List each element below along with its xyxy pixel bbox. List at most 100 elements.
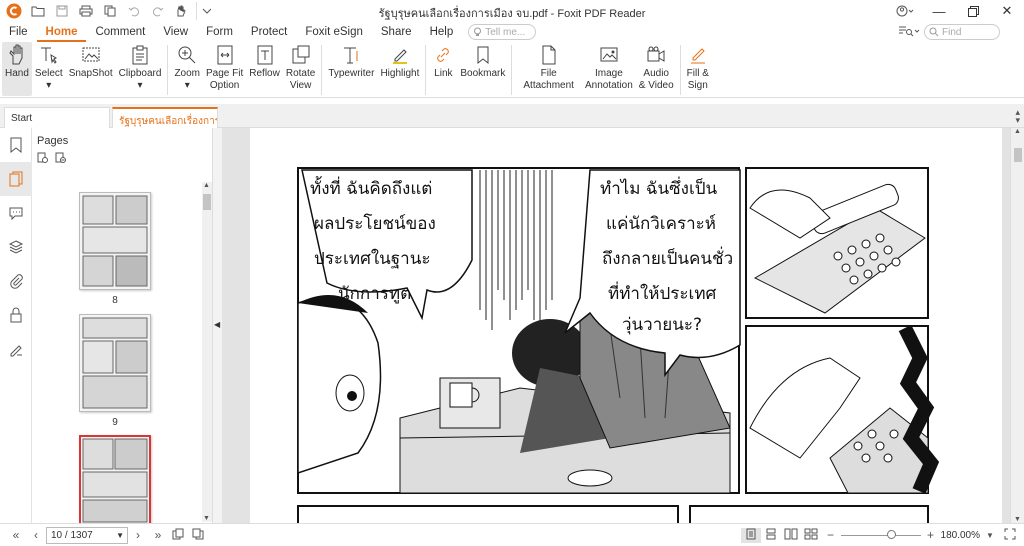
page-fit-option-button[interactable]: Page Fit Option bbox=[203, 42, 246, 96]
bubble-2-line-5: วุ่นวายนะ? bbox=[622, 315, 702, 335]
page-dropdown-icon[interactable]: ▼ bbox=[116, 531, 124, 540]
zoom-dropdown-icon[interactable]: ▼ bbox=[980, 531, 1000, 540]
maximize-button[interactable] bbox=[956, 0, 990, 22]
enlarge-thumbnails-icon[interactable] bbox=[37, 152, 49, 164]
zoom-in-button[interactable]: + bbox=[921, 528, 941, 542]
menu-protect[interactable]: Protect bbox=[242, 22, 296, 42]
print-icon[interactable] bbox=[76, 2, 96, 20]
tell-me-input[interactable]: Tell me... bbox=[468, 24, 537, 40]
link-button[interactable]: Link bbox=[429, 42, 457, 96]
rotate-view-button[interactable]: Rotate View bbox=[283, 42, 318, 96]
scroll-up-arrow[interactable]: ▲ bbox=[203, 182, 210, 189]
menu-help[interactable]: Help bbox=[421, 22, 463, 42]
foxit-logo-icon[interactable] bbox=[4, 2, 24, 20]
search-options[interactable] bbox=[898, 25, 920, 37]
ribbon-toolbar: Hand Select ▾ SnapShot Clipboard ▾ Zoom ▾ P… bbox=[0, 42, 1024, 98]
scroll-thumb[interactable] bbox=[1014, 148, 1022, 162]
comments-panel-icon[interactable] bbox=[0, 196, 32, 230]
continuous-view-icon[interactable] bbox=[761, 528, 781, 543]
attachments-panel-icon[interactable] bbox=[0, 264, 32, 298]
zoom-level[interactable]: 180.00% bbox=[941, 530, 980, 541]
close-button[interactable]: ✕ bbox=[990, 0, 1024, 22]
menu-home[interactable]: Home bbox=[36, 23, 87, 42]
continuous-facing-view-icon[interactable] bbox=[801, 528, 821, 543]
last-page-icon[interactable]: » bbox=[148, 528, 168, 542]
menu-file[interactable]: File bbox=[0, 22, 37, 42]
hand-tool-button[interactable]: Hand bbox=[2, 42, 32, 96]
previous-view-icon[interactable] bbox=[168, 528, 188, 543]
bookmarks-panel-icon[interactable] bbox=[0, 128, 32, 162]
find-input[interactable]: Find bbox=[924, 24, 1000, 40]
customize-dropdown-icon[interactable] bbox=[196, 2, 216, 20]
hand-dropdown-icon[interactable] bbox=[172, 2, 192, 20]
highlight-label: Highlight bbox=[380, 68, 420, 79]
image-annotation-icon bbox=[598, 44, 620, 66]
facing-view-icon[interactable] bbox=[781, 528, 801, 543]
menu-view[interactable]: View bbox=[154, 22, 197, 42]
scroll-thumb[interactable] bbox=[203, 194, 211, 210]
bookmark-label: Bookmark bbox=[460, 68, 506, 79]
collapse-panel-handle[interactable]: ◀ bbox=[212, 128, 222, 523]
tab-document[interactable]: รัฐบุรุษคนเลือกเรื่องการเมือ... bbox=[112, 107, 218, 128]
thumbnail-image bbox=[82, 317, 148, 409]
reflow-button[interactable]: Reflow bbox=[246, 42, 283, 96]
ribbon-separator bbox=[679, 45, 681, 95]
pages-panel-scrollbar[interactable]: ▲ ▼ bbox=[202, 182, 212, 522]
save-icon[interactable] bbox=[52, 2, 72, 20]
undo-icon[interactable] bbox=[124, 2, 144, 20]
security-panel-icon[interactable] bbox=[0, 298, 32, 332]
clipboard-button[interactable]: Clipboard ▾ bbox=[116, 42, 165, 96]
minimize-button[interactable]: — bbox=[922, 0, 956, 22]
document-view[interactable]: ทั้งที่ ฉันคิดถึงแต่ ผลประโยชน์ของ ประเท… bbox=[222, 128, 1010, 523]
zoom-icon bbox=[176, 44, 198, 66]
highlight-button[interactable]: Highlight bbox=[377, 42, 422, 96]
previous-page-icon[interactable]: ‹ bbox=[26, 528, 46, 542]
document-tabs: Start รัฐบุรุษคนเลือกเรื่องการเมือ... ▴▾ bbox=[0, 104, 1024, 128]
account-icon[interactable] bbox=[888, 0, 922, 22]
single-page-view-icon[interactable] bbox=[740, 527, 761, 543]
full-screen-icon[interactable] bbox=[1000, 528, 1020, 543]
zoom-slider-thumb[interactable] bbox=[886, 530, 896, 539]
menu-foxit-esign[interactable]: Foxit eSign bbox=[296, 22, 372, 42]
copy-icon[interactable] bbox=[100, 2, 120, 20]
thumbnail-image bbox=[82, 438, 148, 523]
scroll-up-arrow[interactable]: ▲ bbox=[1014, 128, 1021, 135]
snapshot-icon bbox=[80, 44, 102, 66]
zoom-out-button[interactable]: − bbox=[821, 528, 841, 542]
typewriter-button[interactable]: Typewriter bbox=[325, 42, 377, 96]
pages-panel-icon[interactable] bbox=[0, 162, 32, 196]
scroll-down-arrow[interactable]: ▼ bbox=[1014, 516, 1021, 523]
snapshot-button[interactable]: SnapShot bbox=[66, 42, 116, 96]
zoom-button[interactable]: Zoom ▾ bbox=[171, 42, 203, 96]
menu-comment[interactable]: Comment bbox=[86, 22, 154, 42]
first-page-icon[interactable]: « bbox=[6, 528, 26, 542]
signatures-panel-icon[interactable] bbox=[0, 332, 32, 366]
next-view-icon[interactable] bbox=[188, 528, 208, 543]
open-folder-icon[interactable] bbox=[28, 2, 48, 20]
tab-start[interactable]: Start bbox=[4, 107, 110, 128]
zoom-slider[interactable] bbox=[840, 529, 921, 541]
menu-share[interactable]: Share bbox=[372, 22, 421, 42]
page-number-input[interactable]: 10 / 1307 ▼ bbox=[46, 526, 128, 544]
highlight-icon bbox=[389, 44, 411, 66]
redo-icon[interactable] bbox=[148, 2, 168, 20]
page-thumbnail-selected[interactable] bbox=[79, 435, 151, 525]
select-tool-button[interactable]: Select ▾ bbox=[32, 42, 66, 96]
next-page-icon[interactable]: › bbox=[128, 528, 148, 542]
file-attachment-button[interactable]: File Attachment bbox=[515, 42, 582, 96]
menu-form[interactable]: Form bbox=[197, 22, 242, 42]
layers-panel-icon[interactable] bbox=[0, 230, 32, 264]
search-options-icon[interactable] bbox=[898, 25, 920, 37]
page-thumbnail[interactable] bbox=[79, 314, 151, 412]
audio-video-button[interactable]: Audio & Video bbox=[636, 42, 677, 96]
image-annotation-button[interactable]: Image Annotation bbox=[582, 42, 636, 96]
scroll-down-arrow[interactable]: ▼ bbox=[203, 515, 210, 522]
fill-sign-button[interactable]: Fill & Sign bbox=[684, 42, 712, 96]
bookmark-button[interactable]: Bookmark bbox=[457, 42, 508, 96]
tabs-scroll-arrows[interactable]: ▴ ▾ bbox=[1015, 108, 1020, 125]
page-thumbnail[interactable] bbox=[79, 192, 151, 290]
menu-bar: File Home Comment View Form Protect Foxi… bbox=[0, 22, 1024, 42]
collapse-arrow-icon[interactable]: ◀ bbox=[214, 320, 220, 329]
reduce-thumbnails-icon[interactable] bbox=[55, 152, 67, 164]
document-scrollbar[interactable]: ▲ ▼ bbox=[1010, 128, 1024, 523]
